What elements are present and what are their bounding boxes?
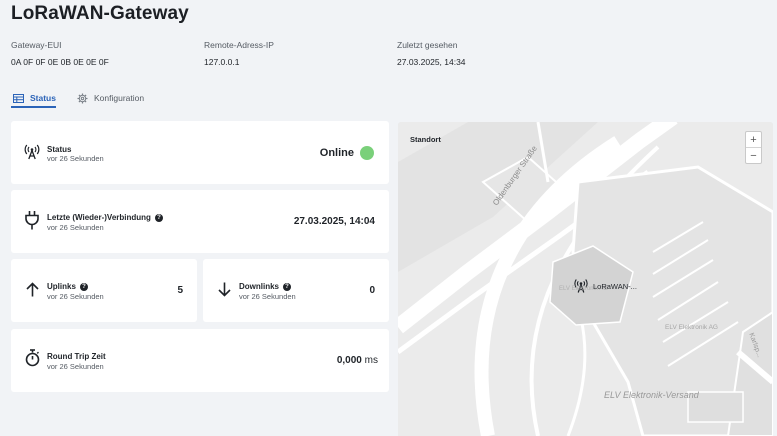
round-trip-card: Round Trip Zeit vor 26 Sekunden 0,000 ms [11, 329, 389, 392]
round-trip-number: 0,000 [336, 355, 362, 366]
uplinks-value: 5 [177, 285, 183, 296]
round-trip-value: 0,000 ms [337, 355, 378, 366]
online-indicator [360, 146, 374, 160]
gear-icon [77, 93, 88, 103]
help-icon[interactable]: ? [79, 282, 88, 291]
uplinks-title-text: Uplinks [47, 282, 76, 291]
round-trip-subtitle: vor 26 Sekunden [47, 362, 104, 371]
status-title: Status [47, 145, 72, 154]
uplinks-title: Uplinks ? [47, 282, 88, 291]
downlinks-title-text: Downlinks [239, 282, 280, 291]
status-value: Online [319, 147, 354, 159]
location-map[interactable]: Standort + − Oldenburger Straße ELV Elek… [398, 122, 773, 436]
downlinks-value: 0 [369, 285, 375, 296]
building-label: ELV Elektronik AG [665, 324, 718, 331]
last-seen-label: Zuletzt gesehen [397, 40, 458, 50]
gateway-eui-field: Gateway-EUI 0A 0F 0F 0E 0B 0E 0E 0F [11, 40, 109, 67]
remote-ip-label: Remote-Adress-IP [204, 40, 274, 50]
gateway-marker-label[interactable]: LoRaWAN-... [593, 282, 637, 291]
uplinks-card: Uplinks ? vor 26 Sekunden 5 [11, 259, 197, 322]
help-icon[interactable]: ? [154, 213, 163, 222]
status-subtitle: vor 26 Sekunden [47, 154, 104, 163]
help-icon[interactable]: ? [283, 282, 292, 291]
last-seen-field: Zuletzt gesehen 27.03.2025, 14:34 [397, 40, 466, 67]
connection-title-text: Letzte (Wieder-)Verbindung [47, 213, 151, 222]
map-title: Standort [410, 135, 441, 144]
zoom-control: + − [745, 131, 762, 164]
tab-status[interactable]: Status [13, 88, 56, 108]
connection-title: Letzte (Wieder-)Verbindung ? [47, 213, 163, 222]
status-card: Status vor 26 Sekunden Online [11, 121, 389, 184]
antenna-icon [24, 144, 40, 160]
plug-icon [25, 211, 39, 230]
remote-ip-value: 127.0.0.1 [204, 57, 240, 67]
map-canvas [398, 122, 773, 436]
round-trip-title: Round Trip Zeit [47, 352, 106, 361]
round-trip-unit: ms [364, 355, 378, 366]
remote-ip-field: Remote-Adress-IP 127.0.0.1 [204, 40, 274, 67]
downlinks-card: Downlinks ? vor 26 Sekunden 0 [203, 259, 389, 322]
active-tab-indicator [11, 106, 56, 108]
connection-card: Letzte (Wieder-)Verbindung ? vor 26 Seku… [11, 190, 389, 253]
tab-configuration[interactable]: Konfiguration [77, 88, 144, 108]
last-seen-value: 27.03.2025, 14:34 [397, 57, 466, 67]
tab-status-label: Status [30, 93, 56, 103]
gateway-eui-label: Gateway-EUI [11, 40, 62, 50]
zoom-in-button[interactable]: + [746, 132, 761, 147]
arrow-up-icon [26, 282, 39, 297]
stopwatch-icon [25, 349, 40, 367]
arrow-down-icon [218, 282, 231, 297]
zoom-out-button[interactable]: − [746, 148, 761, 163]
table-icon [13, 93, 24, 103]
connection-subtitle: vor 26 Sekunden [47, 223, 104, 232]
downlinks-subtitle: vor 26 Sekunden [239, 292, 296, 301]
downlinks-title: Downlinks ? [239, 282, 292, 291]
page-title: LoRaWAN-Gateway [11, 3, 189, 24]
company-label: ELV Elektronik-Versand [604, 390, 699, 400]
tab-configuration-label: Konfiguration [94, 93, 145, 103]
uplinks-subtitle: vor 26 Sekunden [47, 292, 104, 301]
connection-value: 27.03.2025, 14:04 [293, 216, 375, 227]
gateway-eui-value: 0A 0F 0F 0E 0B 0E 0E 0F [11, 57, 109, 67]
